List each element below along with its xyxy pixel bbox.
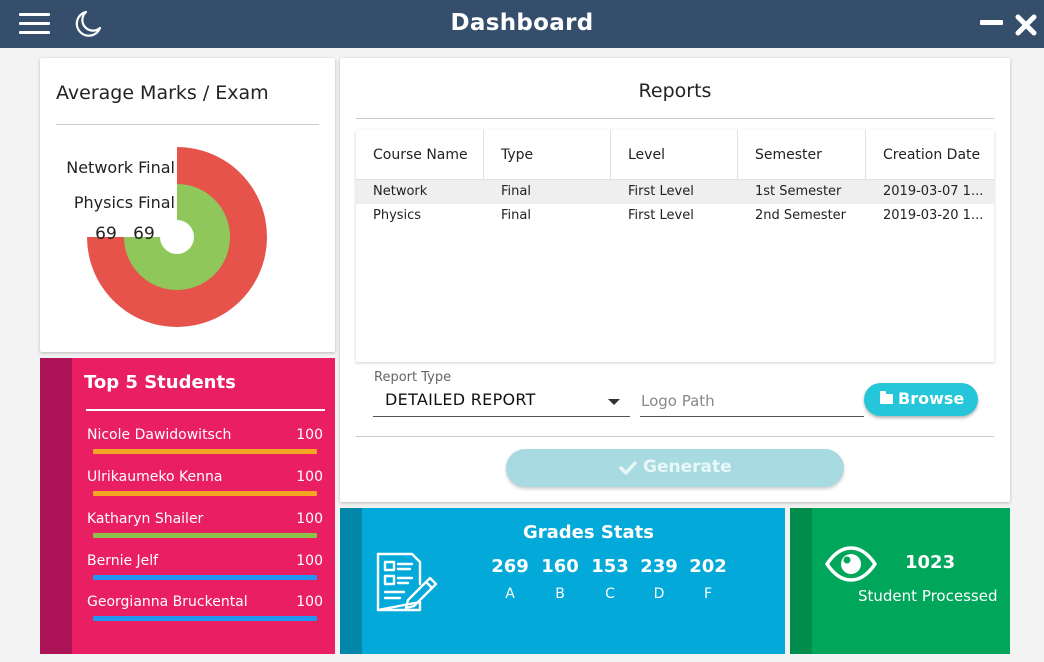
processed-label: Student Processed bbox=[858, 587, 998, 605]
cell-level: First Level bbox=[628, 184, 694, 199]
cell-type: Final bbox=[501, 184, 531, 199]
check-icon bbox=[619, 461, 637, 475]
value-label: 69 bbox=[95, 224, 117, 244]
grade-letter: C bbox=[605, 586, 615, 602]
card-stripe bbox=[40, 358, 72, 654]
divider bbox=[356, 118, 994, 119]
series-label: Network Final bbox=[66, 158, 175, 177]
report-type-select[interactable]: DETAILED REPORT bbox=[373, 386, 630, 417]
divider bbox=[356, 436, 994, 437]
grade-stat-f: 202 F bbox=[683, 556, 733, 602]
cell-semester: 2nd Semester bbox=[755, 208, 847, 223]
window-title: Dashboard bbox=[450, 10, 594, 36]
generate-button[interactable]: Generate bbox=[506, 449, 844, 487]
column-header-semester[interactable]: Semester bbox=[738, 130, 866, 180]
student-bar bbox=[93, 491, 317, 496]
student-bar bbox=[93, 449, 317, 454]
student-name: Georgianna Bruckental bbox=[87, 594, 248, 610]
grade-letter: D bbox=[653, 586, 665, 602]
card-stripe bbox=[340, 508, 362, 654]
cell-creation-date: 2019-03-20 1... bbox=[883, 208, 984, 223]
generate-label: Generate bbox=[643, 457, 732, 477]
student-name: Ulrikaumeko Kenna bbox=[87, 469, 223, 485]
grade-count: 202 bbox=[689, 556, 727, 577]
student-score: 100 bbox=[296, 511, 323, 527]
cell-course-name: Physics bbox=[373, 208, 422, 223]
caret-down-icon bbox=[608, 399, 620, 405]
student-item: Ulrikaumeko Kenna 100 bbox=[87, 469, 323, 499]
folder-icon bbox=[880, 391, 893, 404]
average-marks-card: Average Marks / Exam Network Final Physic… bbox=[40, 58, 335, 352]
close-icon[interactable] bbox=[1014, 13, 1038, 37]
column-header-level[interactable]: Level bbox=[611, 130, 738, 180]
student-bar bbox=[93, 616, 317, 621]
logo-path-input[interactable] bbox=[640, 386, 864, 417]
grade-letter: A bbox=[505, 586, 515, 602]
top-students-title: Top 5 Students bbox=[84, 372, 236, 393]
students-processed-card: 1023 Student Processed bbox=[790, 508, 1010, 654]
average-marks-chart: Network Final Physics Final 69 69 bbox=[66, 147, 267, 327]
divider bbox=[86, 409, 325, 411]
top-students-card: Top 5 Students Nicole Dawidowitsch 100 U… bbox=[40, 358, 335, 654]
table-row[interactable]: Physics Final First Level 2nd Semester 2… bbox=[356, 204, 994, 228]
student-name: Bernie Jelf bbox=[87, 553, 159, 569]
student-name: Nicole Dawidowitsch bbox=[87, 427, 232, 443]
column-header-type[interactable]: Type bbox=[484, 130, 611, 180]
student-score: 100 bbox=[296, 553, 323, 569]
cell-creation-date: 2019-03-07 1... bbox=[883, 184, 984, 199]
table-row[interactable]: Network Final First Level 1st Semester 2… bbox=[356, 180, 994, 204]
document-edit-icon bbox=[376, 552, 438, 612]
browse-label: Browse bbox=[898, 389, 965, 408]
column-header-course-name[interactable]: Course Name bbox=[356, 130, 484, 180]
card-stripe bbox=[790, 508, 812, 654]
grade-count: 153 bbox=[591, 556, 629, 577]
student-score: 100 bbox=[296, 469, 323, 485]
grade-letter: F bbox=[703, 586, 713, 602]
grade-stat-c: 153 C bbox=[585, 556, 635, 602]
cell-level: First Level bbox=[628, 208, 694, 223]
grades-title: Grades Stats bbox=[523, 522, 654, 543]
cell-type: Final bbox=[501, 208, 531, 223]
grade-stat-a: 269 A bbox=[485, 556, 535, 602]
student-score: 100 bbox=[296, 427, 323, 443]
student-item: Nicole Dawidowitsch 100 bbox=[87, 427, 323, 457]
student-item: Georgianna Bruckental 100 bbox=[87, 594, 323, 624]
column-header-creation-date[interactable]: Creation Date bbox=[866, 130, 994, 180]
grades-stats-card: Grades Stats 269 A 160 B 153 C 239 D 202… bbox=[340, 508, 785, 654]
browse-button[interactable]: Browse bbox=[864, 383, 978, 416]
grade-letter: B bbox=[555, 586, 565, 602]
report-type-value: DETAILED REPORT bbox=[385, 390, 536, 409]
grade-count: 269 bbox=[491, 556, 529, 577]
student-bar bbox=[93, 533, 317, 538]
report-type-label: Report Type bbox=[374, 370, 452, 385]
grade-stat-d: 239 D bbox=[634, 556, 684, 602]
student-item: Katharyn Shailer 100 bbox=[87, 511, 323, 541]
minimize-icon[interactable] bbox=[980, 20, 1003, 25]
grade-count: 239 bbox=[640, 556, 678, 577]
student-item: Bernie Jelf 100 bbox=[87, 553, 323, 583]
cell-semester: 1st Semester bbox=[755, 184, 842, 199]
reports-table: Course Name Type Level Semester Creation… bbox=[356, 130, 994, 362]
eye-icon bbox=[825, 546, 877, 582]
student-score: 100 bbox=[296, 594, 323, 610]
reports-title: Reports bbox=[638, 80, 712, 102]
grade-count: 160 bbox=[541, 556, 579, 577]
title-bar: Dashboard bbox=[0, 0, 1044, 48]
student-bar bbox=[93, 575, 317, 580]
table-header: Course Name Type Level Semester Creation… bbox=[356, 130, 994, 180]
processed-count: 1023 bbox=[905, 552, 956, 573]
cell-course-name: Network bbox=[373, 184, 428, 199]
student-name: Katharyn Shailer bbox=[87, 511, 204, 527]
value-label: 69 bbox=[133, 224, 155, 244]
grade-stat-b: 160 B bbox=[535, 556, 585, 602]
series-label: Physics Final bbox=[74, 193, 175, 212]
reports-card: Reports Course Name Type Level Semester … bbox=[340, 58, 1010, 502]
